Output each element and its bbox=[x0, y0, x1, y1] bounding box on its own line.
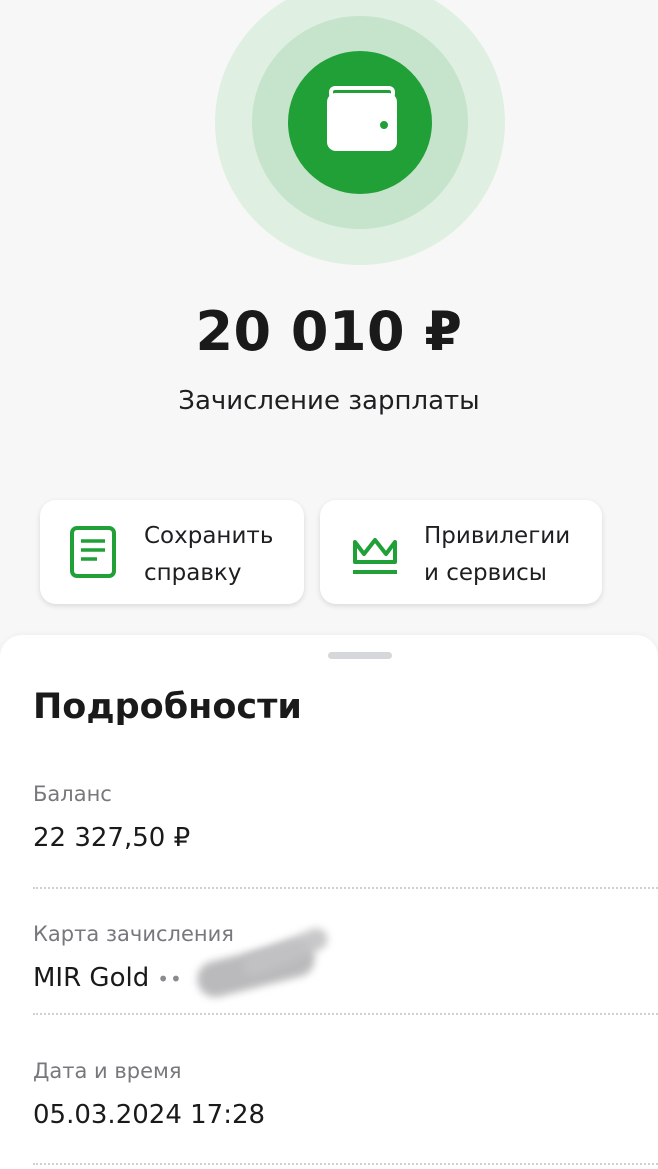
divider bbox=[33, 1013, 658, 1015]
details-sheet: Подробности Баланс 22 327,50 ₽ Карта зач… bbox=[0, 635, 658, 1169]
sheet-drag-handle[interactable] bbox=[328, 652, 392, 659]
datetime-value: 05.03.2024 17:28 bbox=[33, 1100, 266, 1130]
document-icon bbox=[70, 526, 116, 578]
privileges-services-label: Привилегии и сервисы bbox=[424, 523, 571, 586]
crown-icon bbox=[353, 538, 397, 574]
divider bbox=[33, 887, 658, 889]
divider bbox=[33, 1163, 658, 1165]
operation-title: Зачисление зарплаты bbox=[178, 386, 480, 416]
card-name: MIR Gold bbox=[33, 963, 150, 993]
operation-amount: 20 010 ₽ bbox=[195, 300, 463, 363]
card-value: MIR Gold •• bbox=[33, 963, 183, 993]
card-number-mask: •• bbox=[157, 967, 183, 991]
save-receipt-label: Сохранить справку bbox=[144, 523, 274, 586]
wallet-icon bbox=[327, 86, 397, 151]
details-title: Подробности bbox=[33, 687, 302, 727]
balance-label: Баланс bbox=[33, 782, 112, 806]
privileges-services-button[interactable]: Привилегии и сервисы bbox=[320, 500, 602, 604]
datetime-label: Дата и время bbox=[33, 1059, 182, 1083]
balance-value: 22 327,50 ₽ bbox=[33, 823, 191, 853]
save-receipt-button[interactable]: Сохранить справку bbox=[40, 500, 304, 604]
card-label: Карта зачисления bbox=[33, 922, 234, 946]
